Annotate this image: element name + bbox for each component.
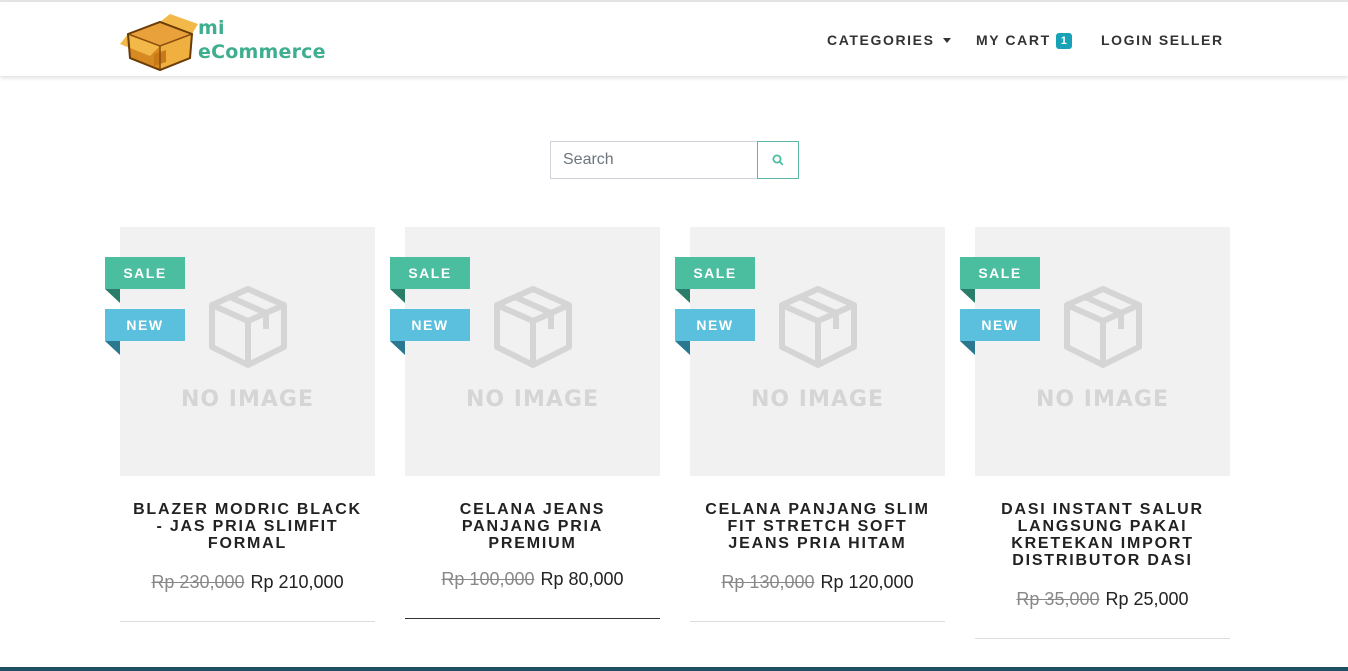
new-ribbon: NEW <box>105 309 185 341</box>
sale-ribbon: SALE <box>105 257 185 289</box>
nav-cart-label: MY CART <box>976 32 1051 48</box>
ribbon-fold <box>390 289 405 303</box>
sale-price: Rp 120,000 <box>820 572 914 592</box>
footer-edge <box>0 667 1348 671</box>
price-row: Rp 130,000 Rp 120,000 <box>690 572 945 593</box>
card-divider <box>975 638 1230 639</box>
ribbon-fold <box>960 289 975 303</box>
navbar: mi eCommerce CATEGORIES MY CART 1 LOGIN S… <box>0 2 1348 76</box>
product-title[interactable]: CELANA JEANS PANJANG PRIA PREMIUM <box>415 501 650 552</box>
no-image-box-icon <box>779 286 857 368</box>
brand-name: mi eCommerce <box>198 16 326 64</box>
brand-line2: eCommerce <box>198 41 326 63</box>
product-title[interactable]: CELANA PANJANG SLIM FIT STRETCH SOFT JEA… <box>700 501 935 552</box>
new-ribbon: NEW <box>390 309 470 341</box>
no-image-label: NO IMAGE <box>466 387 599 412</box>
no-image-box-icon <box>209 286 287 368</box>
original-price: Rp 130,000 <box>721 572 815 592</box>
sale-price: Rp 25,000 <box>1105 589 1189 609</box>
nav-categories-label: CATEGORIES <box>827 32 935 48</box>
nav-my-cart[interactable]: MY CART 1 <box>976 32 1072 52</box>
ribbon-fold <box>675 341 690 355</box>
no-image-label: NO IMAGE <box>1036 387 1169 412</box>
sale-ribbon: SALE <box>390 257 470 289</box>
product-title[interactable]: BLAZER MODRIC BLACK - JAS PRIA SLIMFIT F… <box>130 501 365 552</box>
caret-down-icon <box>942 38 951 43</box>
ribbon-fold <box>390 341 405 355</box>
ribbon-fold <box>960 341 975 355</box>
nav-categories-dropdown[interactable]: CATEGORIES <box>827 32 951 52</box>
search-icon <box>772 154 784 166</box>
ribbon-fold <box>105 289 120 303</box>
no-image-box-icon <box>1064 286 1142 368</box>
card-divider <box>405 618 660 619</box>
nav-login-seller[interactable]: LOGIN SELLER <box>1101 32 1224 52</box>
cart-count-badge: 1 <box>1055 33 1072 49</box>
ribbon-fold <box>675 289 690 303</box>
sale-ribbon: SALE <box>960 257 1040 289</box>
original-price: Rp 230,000 <box>151 572 245 592</box>
original-price: Rp 100,000 <box>441 569 535 589</box>
brand-line1: mi <box>198 17 225 39</box>
original-price: Rp 35,000 <box>1016 589 1100 609</box>
sale-ribbon: SALE <box>675 257 755 289</box>
search-button[interactable] <box>757 141 799 179</box>
new-ribbon: NEW <box>675 309 755 341</box>
brand-logo[interactable]: mi eCommerce <box>120 14 335 72</box>
ribbon-fold <box>105 341 120 355</box>
product-title[interactable]: DASI INSTANT SALUR LANGSUNG PAKAI KRETEK… <box>985 501 1220 569</box>
search-bar <box>550 141 799 179</box>
search-input[interactable] <box>550 141 758 179</box>
nav-login-label: LOGIN SELLER <box>1101 32 1224 48</box>
price-row: Rp 100,000 Rp 80,000 <box>405 569 660 590</box>
box-logo-icon <box>120 14 198 72</box>
new-ribbon: NEW <box>960 309 1040 341</box>
no-image-label: NO IMAGE <box>181 387 314 412</box>
sale-price: Rp 210,000 <box>250 572 344 592</box>
card-divider <box>690 621 945 622</box>
no-image-box-icon <box>494 286 572 368</box>
price-row: Rp 230,000 Rp 210,000 <box>120 572 375 593</box>
sale-price: Rp 80,000 <box>540 569 624 589</box>
price-row: Rp 35,000 Rp 25,000 <box>975 589 1230 610</box>
no-image-label: NO IMAGE <box>751 387 884 412</box>
card-divider <box>120 621 375 622</box>
